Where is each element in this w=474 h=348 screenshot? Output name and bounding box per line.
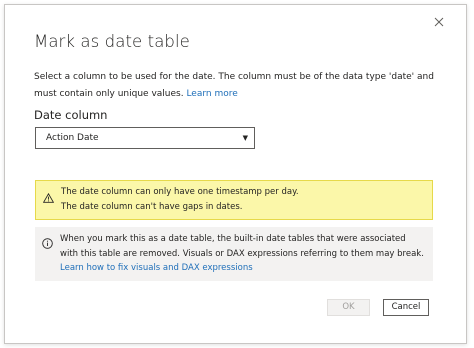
info-message: When you mark this as a date table, the … xyxy=(60,234,424,259)
date-column-dropdown[interactable]: Action Date ▼ xyxy=(35,127,255,149)
info-circle-icon xyxy=(42,234,53,249)
selected-column-value: Action Date xyxy=(46,133,99,143)
dropdown-arrow-icon: ▼ xyxy=(242,134,248,142)
warning-triangle-icon xyxy=(42,188,55,203)
info-banner: When you mark this as a date table, the … xyxy=(35,227,433,281)
dialog-description: Select a column to be used for the date.… xyxy=(34,69,439,103)
cancel-button[interactable]: Cancel xyxy=(383,299,429,316)
info-text: When you mark this as a date table, the … xyxy=(60,232,425,276)
mark-as-date-table-dialog: Mark as date table Select a column to be… xyxy=(4,4,467,344)
learn-more-link[interactable]: Learn more xyxy=(186,89,237,99)
date-column-label: Date column xyxy=(34,108,108,122)
dialog-title: Mark as date table xyxy=(34,32,190,51)
warning-text: The date column can only have one timest… xyxy=(61,185,299,215)
ok-button[interactable]: OK xyxy=(327,299,370,316)
warning-banner: The date column can only have one timest… xyxy=(35,180,433,220)
fix-visuals-link[interactable]: Learn how to fix visuals and DAX express… xyxy=(60,261,425,276)
warning-line-2: The date column can't have gaps in dates… xyxy=(61,202,243,212)
close-icon[interactable] xyxy=(432,15,446,29)
warning-line-1: The date column can only have one timest… xyxy=(61,187,299,197)
